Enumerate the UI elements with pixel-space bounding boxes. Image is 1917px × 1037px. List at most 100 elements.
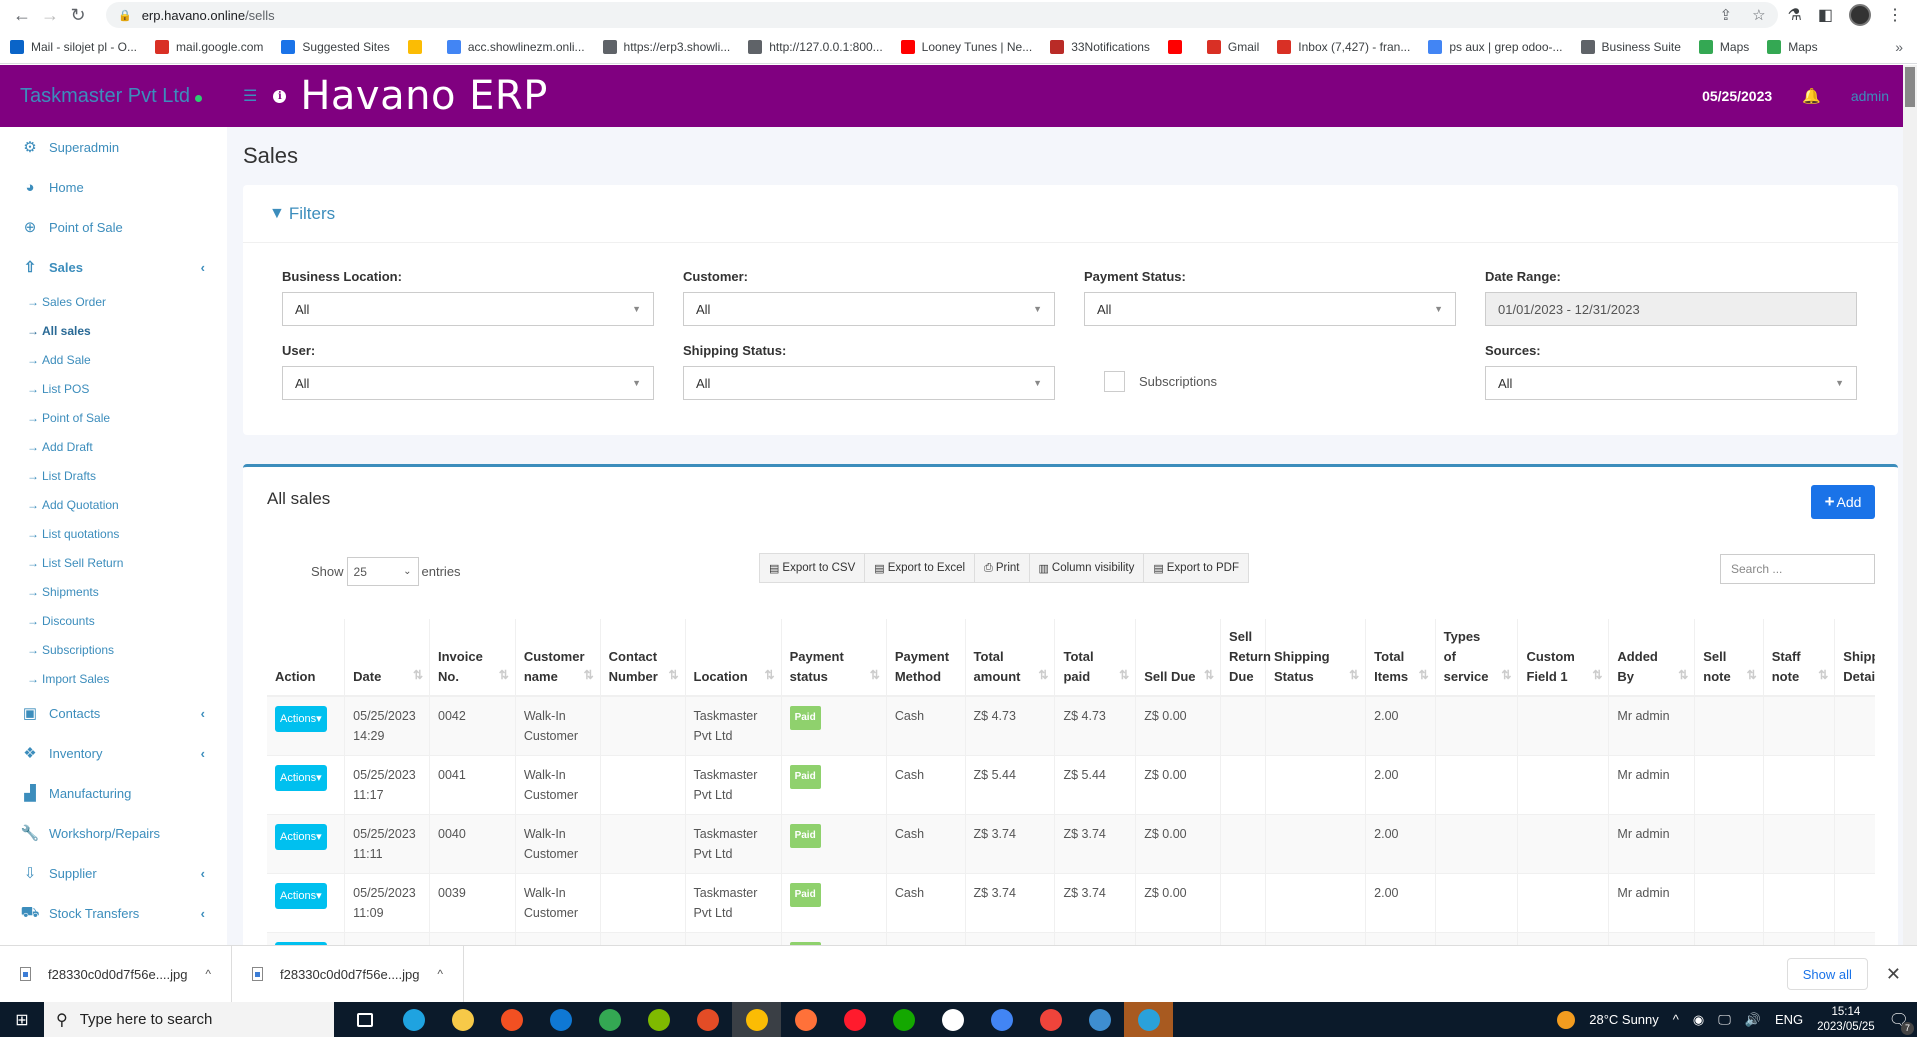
sidebar-item-superadmin[interactable]: ⚙ Superadmin	[0, 127, 227, 167]
column-header-shipping-details[interactable]: Shipping Details⇅	[1834, 619, 1875, 697]
weather-text[interactable]: 28°C Sunny	[1589, 1012, 1659, 1027]
sidebar-subitem-point-of-sale[interactable]: → Point of Sale	[0, 403, 227, 432]
notifications-bell-icon[interactable]: 🔔	[1802, 87, 1821, 105]
sidebar-item-home[interactable]: ◕ Home	[0, 167, 227, 207]
payment-status-badge[interactable]: Paid	[789, 824, 821, 848]
bookmark-item[interactable]: acc.showlinezm.onli...	[446, 39, 585, 54]
bookmark-star-icon[interactable]: ☆	[1752, 6, 1765, 24]
column-header-location[interactable]: Location ⇅	[685, 619, 782, 697]
bookmark-item[interactable]: Maps	[1698, 39, 1749, 54]
column-header-total-paid[interactable]: Total paid ⇅	[1054, 619, 1137, 697]
bookmark-item[interactable]: mail.google.com	[155, 39, 263, 54]
sidebar-item-stock-transfers[interactable]: ⛟ Stock Transfers ‹	[0, 893, 227, 933]
taskbar-clock[interactable]: 15:14 2023/05/25	[1817, 1005, 1875, 1035]
sidebar-subitem-discounts[interactable]: → Discounts	[0, 606, 227, 635]
column-header-added-by[interactable]: Added By ⇅	[1608, 619, 1696, 697]
column-header-sell-note[interactable]: Sell note ⇅	[1694, 619, 1764, 697]
opera-icon[interactable]	[830, 1002, 879, 1037]
weather-sun-icon[interactable]	[1557, 1010, 1576, 1029]
table-row[interactable]: Actions▾ 05/25/2023 14:29 0042 Walk-In Cust…	[267, 696, 1875, 756]
sidebar-subitem-shipments[interactable]: → Shipments	[0, 577, 227, 606]
add-sale-button[interactable]: + Add	[1811, 485, 1875, 519]
sidebar-subitem-all-sales[interactable]: → All sales	[0, 316, 227, 345]
download-item[interactable]: f28330c0d0d7f56e....jpg ^	[0, 946, 232, 1002]
column-header-total-items[interactable]: Total Items ⇅	[1365, 619, 1436, 697]
sidebar-subitem-list-quotations[interactable]: → List quotations	[0, 519, 227, 548]
bookmark-item[interactable]: 33Notifications	[1050, 39, 1150, 54]
bookmark-item[interactable]	[407, 39, 429, 54]
chrome-icon[interactable]	[585, 1002, 634, 1037]
mail-icon[interactable]	[536, 1002, 585, 1037]
export-to-pdf-button[interactable]: ▤ Export to PDF	[1144, 554, 1248, 582]
customer-select[interactable]: All ▼	[683, 292, 1055, 326]
subscriptions-checkbox[interactable]	[1104, 371, 1125, 392]
side-panel-icon[interactable]: ◧	[1818, 5, 1833, 25]
column-header-invoice-no-[interactable]: Invoice No. ⇅	[429, 619, 516, 697]
app-window-icon[interactable]	[1075, 1002, 1124, 1037]
sidebar-subitem-list-pos[interactable]: → List POS	[0, 374, 227, 403]
table-row[interactable]: Actions▾ 05/25/2023 11:17 0041 Walk-In Cust…	[267, 755, 1875, 815]
file-explorer-icon[interactable]	[438, 1002, 487, 1037]
column-header-date[interactable]: Date ⇅	[344, 619, 430, 697]
task-view-icon[interactable]	[340, 1002, 389, 1037]
column-visibility-button[interactable]: ▥ Column visibility	[1030, 554, 1145, 582]
column-header-total-amount[interactable]: Total amount ⇅	[965, 619, 1056, 697]
sidebar-subitem-add-sale[interactable]: → Add Sale	[0, 345, 227, 374]
bookmark-item[interactable]: Mail - silojet pl - O...	[10, 39, 137, 54]
table-row[interactable]: Actions▾ 05/25/2023 11:11 0040 Walk-In Cust…	[267, 814, 1875, 874]
bookmark-item[interactable]: Inbox (7,427) - fran...	[1277, 39, 1410, 54]
sidebar-item-point-of-sale[interactable]: ⊕ Point of Sale	[0, 207, 227, 247]
show-all-downloads-button[interactable]: Show all	[1786, 958, 1868, 990]
export-to-csv-button[interactable]: ▤ Export to CSV	[760, 554, 866, 582]
address-bar[interactable]: 🔒 erp.havano.online/sells ⇪ ☆	[106, 2, 1778, 28]
info-icon[interactable]: i	[273, 89, 287, 103]
menu-toggle-icon[interactable]: ☰	[243, 86, 257, 106]
actions-dropdown-button[interactable]: Actions▾	[275, 765, 327, 791]
bookmark-item[interactable]: Looney Tunes | Ne...	[900, 39, 1032, 54]
sidebar-subitem-sales-order[interactable]: → Sales Order	[0, 287, 227, 316]
bookmark-item[interactable]: Maps	[1767, 39, 1818, 54]
actions-dropdown-button[interactable]: Actions▾	[275, 706, 327, 732]
telegram-icon[interactable]	[1124, 1002, 1173, 1037]
chrome-icon[interactable]	[977, 1002, 1026, 1037]
column-header-sell-due[interactable]: Sell Due ⇅	[1135, 619, 1222, 697]
windows-start-icon[interactable]: ⊞	[0, 1010, 44, 1030]
actions-dropdown-button[interactable]: Actions▾	[275, 883, 327, 909]
action-center-icon[interactable]: 🗨 7	[1889, 1010, 1914, 1035]
shipping-status-select[interactable]: All ▼	[683, 366, 1055, 400]
user-select[interactable]: All ▼	[282, 366, 654, 400]
column-header-shipping-status[interactable]: Shipping Status ⇅	[1265, 619, 1367, 697]
anydesk-icon[interactable]	[1026, 1002, 1075, 1037]
git-icon[interactable]	[634, 1002, 683, 1037]
sidebar-item-inventory[interactable]: ❖ Inventory ‹	[0, 733, 227, 773]
sidebar-item-contacts[interactable]: ▣ Contacts ‹	[0, 693, 227, 733]
bookmark-item[interactable]: ps aux | grep odoo-...	[1428, 39, 1563, 54]
reload-icon[interactable]: ↻	[64, 5, 92, 26]
browser-menu-icon[interactable]: ⋮	[1887, 5, 1903, 25]
sidebar-subitem-import-sales[interactable]: → Import Sales	[0, 664, 227, 693]
bookmark-item[interactable]: https://erp3.showli...	[602, 39, 730, 54]
chrome-icon[interactable]	[732, 1002, 781, 1037]
column-header-staff-note[interactable]: Staff note ⇅	[1763, 619, 1836, 697]
column-header-contact-number[interactable]: Contact Number ⇅	[600, 619, 686, 697]
forward-icon[interactable]: →	[36, 5, 64, 26]
app-icon[interactable]	[683, 1002, 732, 1037]
page-scrollbar[interactable]	[1903, 65, 1917, 945]
filters-header[interactable]: ▼ Filters	[243, 185, 1898, 243]
language-indicator[interactable]: ENG	[1775, 1012, 1803, 1027]
edge-icon[interactable]	[389, 1002, 438, 1037]
chevron-up-icon[interactable]: ^	[205, 967, 211, 981]
firefox-icon[interactable]	[781, 1002, 830, 1037]
table-search-input[interactable]	[1720, 554, 1875, 584]
bookmarks-overflow-icon[interactable]: »	[1895, 39, 1903, 55]
sidebar-item-supplier[interactable]: ⇩ Supplier ‹	[0, 853, 227, 893]
network-icon[interactable]: 🖵	[1718, 1012, 1731, 1028]
column-header-types-of-service[interactable]: Types of service ⇅	[1435, 619, 1519, 697]
sidebar-subitem-add-draft[interactable]: → Add Draft	[0, 432, 227, 461]
back-icon[interactable]: ←	[8, 5, 36, 26]
settings-icon[interactable]	[928, 1002, 977, 1037]
column-header-customer-name[interactable]: Customer name ⇅	[515, 619, 601, 697]
sidebar-subitem-add-quotation[interactable]: → Add Quotation	[0, 490, 227, 519]
share-icon[interactable]: ⇪	[1720, 6, 1733, 24]
actions-dropdown-button[interactable]: Actions▾	[275, 824, 327, 850]
